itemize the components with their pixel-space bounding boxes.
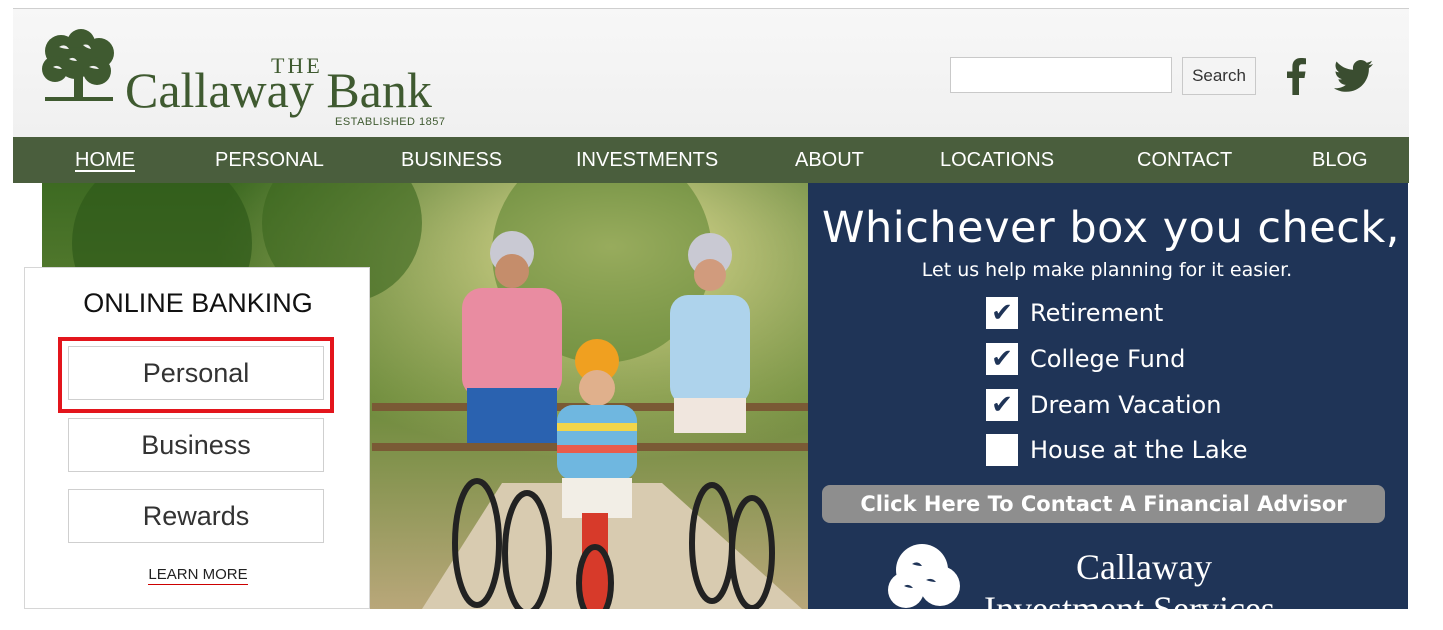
investment-services-title-line2: Investment Services <box>984 589 1275 629</box>
nav-item-locations[interactable]: LOCATIONS <box>940 137 1054 183</box>
checkbox-checked-icon: ✔ <box>986 343 1018 375</box>
checkbox-checked-icon: ✔ <box>986 389 1018 421</box>
highlight-box <box>58 337 334 413</box>
checklist-item-dream-vacation: ✔ Dream Vacation <box>986 388 1221 422</box>
contact-financial-advisor-button[interactable]: Click Here To Contact A Financial Adviso… <box>822 485 1385 523</box>
checkbox-empty-icon <box>986 434 1018 466</box>
nav-item-personal[interactable]: PERSONAL <box>215 137 324 183</box>
rewards-login-button[interactable]: Rewards <box>68 489 324 543</box>
search-input[interactable] <box>950 57 1172 93</box>
oak-tree-logo-icon <box>42 29 114 101</box>
online-banking-title: ONLINE BANKING <box>83 288 313 318</box>
checklist-label: Dream Vacation <box>1030 391 1222 419</box>
checklist-label: College Fund <box>1030 345 1186 373</box>
business-login-button[interactable]: Business <box>68 418 324 472</box>
twitter-icon[interactable] <box>1334 60 1374 94</box>
checklist-label: House at the Lake <box>1030 436 1248 464</box>
promo-subhead: Let us help make planning for it easier. <box>921 259 1293 281</box>
checklist-item-retirement: ✔ Retirement <box>986 296 1163 330</box>
learn-more-label: LEARN MORE <box>148 566 248 585</box>
facebook-icon[interactable] <box>1285 57 1307 95</box>
checklist-label: Retirement <box>1030 299 1164 327</box>
checklist-item-college-fund: ✔ College Fund <box>986 342 1185 376</box>
nav-item-home[interactable]: HOME <box>75 137 135 183</box>
investment-services-tree-icon <box>888 544 960 608</box>
nav-item-contact[interactable]: CONTACT <box>1137 137 1232 183</box>
checkbox-checked-icon: ✔ <box>986 297 1018 329</box>
investment-services-title-line1: Callaway <box>1076 547 1212 587</box>
nav-item-business[interactable]: BUSINESS <box>401 137 502 183</box>
learn-more-link[interactable]: LEARN MORE <box>25 566 371 585</box>
search-button[interactable]: Search <box>1182 57 1256 95</box>
nav-item-blog[interactable]: BLOG <box>1312 137 1368 183</box>
logo-established-text: ESTABLISHED 1857 <box>335 116 446 128</box>
checklist-item-house-at-the-lake: House at the Lake <box>986 433 1248 467</box>
logo-name-text: Callaway Bank <box>125 62 432 118</box>
promo-headline: Whichever box you check, <box>822 203 1400 253</box>
nav-item-investments[interactable]: INVESTMENTS <box>576 137 718 183</box>
site-header: THE Callaway Bank ESTABLISHED 1857 Searc… <box>13 8 1409 137</box>
nav-item-about[interactable]: ABOUT <box>795 137 864 183</box>
bank-logo[interactable]: THE Callaway Bank ESTABLISHED 1857 <box>39 29 445 128</box>
main-nav: HOME PERSONAL BUSINESS INVESTMENTS ABOUT… <box>13 137 1409 183</box>
online-banking-panel: ONLINE BANKING Personal Business Rewards… <box>24 267 370 609</box>
